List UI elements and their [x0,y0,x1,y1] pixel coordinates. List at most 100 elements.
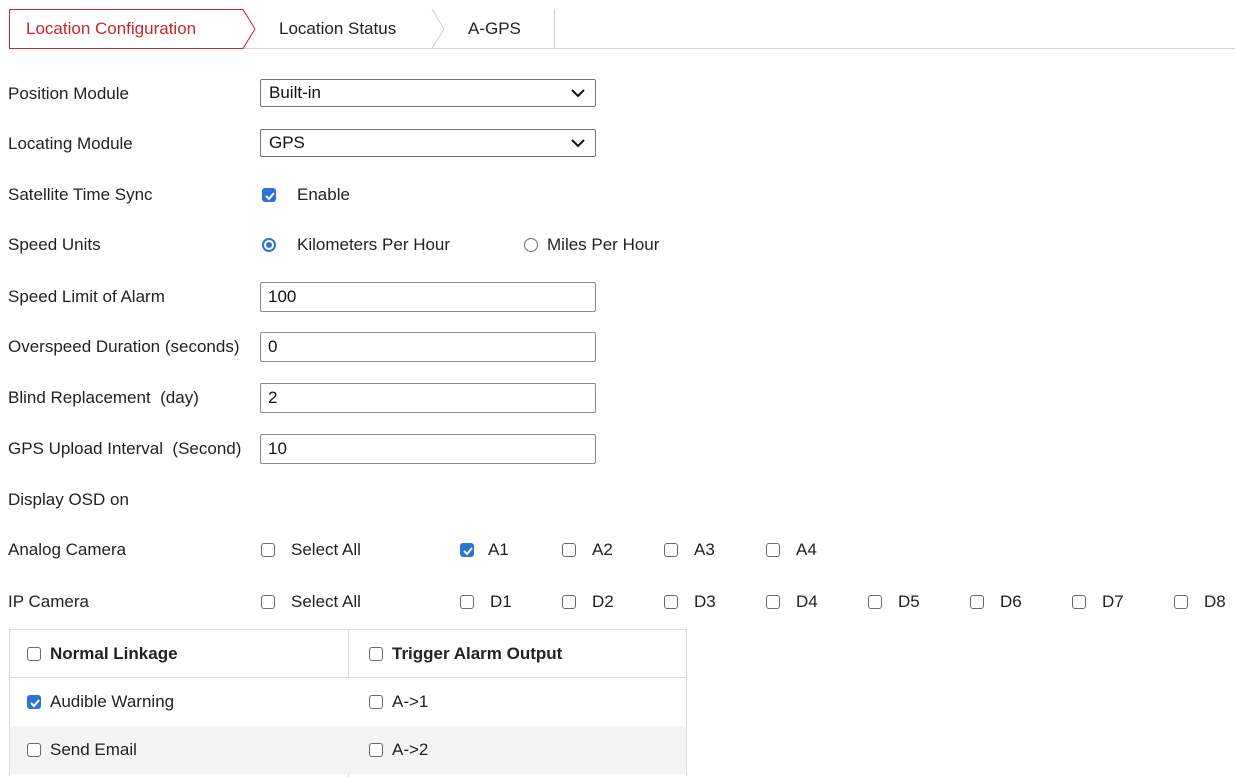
checkbox-unchecked [664,543,678,557]
overspeed-duration-row: Overspeed Duration (seconds) 0 [8,332,1228,362]
radio-label: Kilometers Per Hour [297,235,451,254]
alarm-output-item-a1[interactable]: A->1 [348,678,686,726]
checkbox-label: A1 [488,540,509,559]
checkbox-unchecked [27,647,41,661]
gps-upload-interval-input[interactable]: 10 [260,434,596,464]
chevron-down-icon [571,89,585,98]
blind-replacement-label: Blind Replacement (day) [8,388,199,407]
ip-camera-label: IP Camera [8,592,89,611]
chevron-down-icon [571,139,585,148]
tab-a-gps[interactable]: A-GPS [445,9,555,48]
tab-label: Location Configuration [26,19,197,38]
checkbox-label: D7 [1102,592,1124,611]
trigger-alarm-output-column: Trigger Alarm Output A->1 A->2 [348,630,686,777]
checkbox-unchecked [369,743,383,757]
alarm-output-item-a2[interactable]: A->2 [348,726,686,774]
locating-module-select[interactable]: GPS [260,129,596,157]
radio-unselected [524,238,538,252]
checkbox-label: Select All [291,540,361,559]
tab-location-status[interactable]: Location Status [255,8,445,49]
checkbox-unchecked [369,647,383,661]
speed-limit-input[interactable]: 100 [260,282,596,312]
select-value: Built-in [269,83,321,102]
checkbox-checked [262,188,276,202]
input-value: 0 [268,337,278,356]
item-label: A->2 [392,740,429,759]
satellite-time-sync-label: Satellite Time Sync [8,185,153,204]
radio-label: Miles Per Hour [547,235,660,254]
checkbox-unchecked [664,595,678,609]
header-label: Normal Linkage [50,644,178,663]
check-icon [463,547,473,556]
blind-replacement-row: Blind Replacement (day) 2 [8,383,1228,413]
tab-bar: Location Configuration Location Status A… [9,8,1235,49]
header-label: Trigger Alarm Output [392,644,563,663]
position-module-row: Position Module Built-in [8,79,1228,109]
checkbox-unchecked [766,595,780,609]
item-label: Send Email [50,740,137,759]
satellite-time-sync-row: Satellite Time Sync Enable [8,180,1228,210]
tab-location-configuration[interactable]: Location Configuration [9,9,257,49]
checkbox-unchecked [1072,595,1086,609]
input-value: 2 [268,388,278,407]
checkbox-label: Select All [291,592,361,611]
speed-limit-label: Speed Limit of Alarm [8,287,165,306]
checkbox-unchecked [369,695,383,709]
linkage-table: Normal Linkage Audible Warning Send Emai… [9,629,687,777]
analog-camera-label: Analog Camera [8,540,127,559]
checkbox-label: D2 [592,592,614,611]
position-module-label: Position Module [8,84,129,103]
checkbox-label: D1 [490,592,512,611]
item-label: Audible Warning [50,692,175,711]
check-icon [30,699,40,708]
checkbox-unchecked [766,543,780,557]
item-label: A->1 [392,692,429,711]
gps-upload-interval-label: GPS Upload Interval (Second) [8,439,242,458]
locating-module-label: Locating Module [8,134,133,153]
checkbox-unchecked [261,543,275,557]
radio-selected [262,238,276,252]
tab-label: Location Status [279,19,397,38]
input-value: 100 [268,287,297,306]
checkbox-label: D5 [898,592,920,611]
checkbox-label: D6 [1000,592,1022,611]
position-module-select[interactable]: Built-in [260,79,596,107]
display-osd-row: Display OSD on [8,485,1228,515]
checkbox-unchecked [460,595,474,609]
checkbox-label: D3 [694,592,716,611]
overspeed-duration-input[interactable]: 0 [260,332,596,362]
checkbox-unchecked [970,595,984,609]
locating-module-row: Locating Module GPS [8,129,1228,159]
checkbox-label: D8 [1204,592,1226,611]
tab-label: A-GPS [468,19,521,38]
speed-units-row: Speed Units Kilometers Per Hour Miles Pe… [8,230,1228,260]
normal-linkage-column: Normal Linkage Audible Warning Send Emai… [10,630,349,777]
normal-linkage-item-audible-warning[interactable]: Audible Warning [10,678,348,726]
checkbox-checked [27,695,41,709]
checkbox-label: A2 [592,540,613,559]
overspeed-duration-label: Overspeed Duration (seconds) [8,337,240,356]
checkbox-checked [460,543,474,557]
checkbox-unchecked [562,543,576,557]
normal-linkage-item-send-email[interactable]: Send Email [10,726,348,774]
display-osd-label: Display OSD on [8,490,129,509]
select-value: GPS [269,133,305,152]
checkbox-unchecked [1174,595,1188,609]
checkbox-label: A3 [694,540,715,559]
ip-camera-row: IP Camera Select All D1 D2 D3 D4 D5 D6 D7 D8 [8,587,1228,617]
enable-label: Enable [297,185,350,204]
checkbox-label: A4 [796,540,817,559]
checkbox-unchecked [27,743,41,757]
speed-units-label: Speed Units [8,235,101,254]
blind-replacement-input[interactable]: 2 [260,383,596,413]
trigger-alarm-output-header[interactable]: Trigger Alarm Output [348,630,686,678]
checkbox-unchecked [868,595,882,609]
checkbox-unchecked [261,595,275,609]
speed-limit-row: Speed Limit of Alarm 100 [8,282,1228,312]
check-icon [265,192,275,201]
input-value: 10 [268,439,287,458]
analog-camera-row: Analog Camera Select All A1 A2 A3 A4 [8,535,1228,565]
checkbox-unchecked [562,595,576,609]
normal-linkage-header[interactable]: Normal Linkage [10,630,348,678]
checkbox-label: D4 [796,592,818,611]
